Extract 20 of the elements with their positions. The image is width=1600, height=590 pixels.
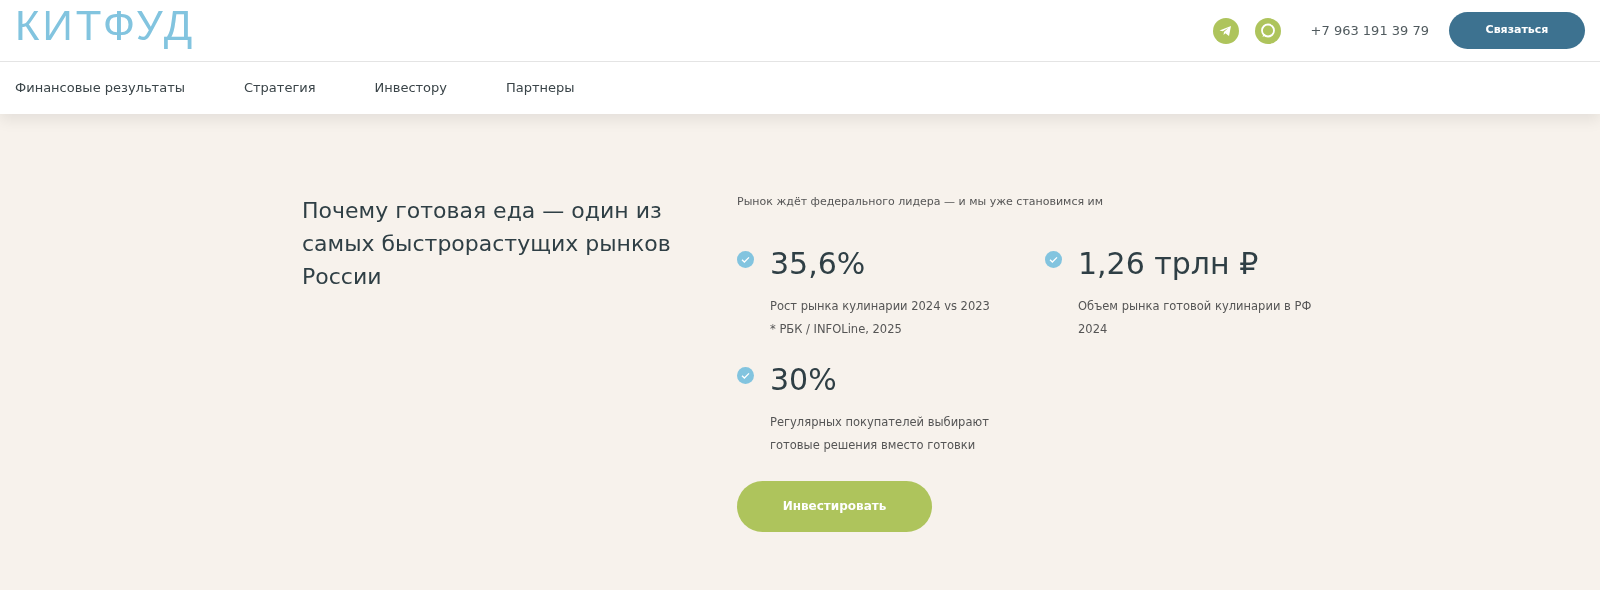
check-icon — [737, 366, 754, 384]
stat-caption: Регулярных покупателей выбирают готовые решения вместо готовки — [770, 413, 990, 454]
stat-caption: Рост рынка кулинарии 2024 vs 2023 — [770, 297, 990, 315]
stat-caption: * РБК / INFOLine, 2025 — [770, 320, 903, 338]
stat-value: 1,26 трлн ₽ — [1078, 244, 1260, 283]
phone-number[interactable]: +7 963 191 39 79 — [1310, 20, 1429, 41]
contact-button[interactable]: Связаться — [1449, 12, 1585, 49]
stat-value: 35,6% — [770, 244, 867, 283]
stat-value: 30% — [770, 360, 838, 399]
nav-link[interactable]: Финансовые результаты — [15, 77, 185, 98]
whatsapp-icon[interactable] — [1254, 17, 1281, 44]
section-heading: Почему готовая еда — один из самых быстрорастущих рынков России — [302, 197, 672, 291]
section-subtitle: Рынок ждёт федерального лидера — и мы уже становимся им — [737, 194, 1104, 210]
nav-link[interactable]: Инвестору — [374, 77, 448, 98]
check-icon — [1045, 250, 1062, 268]
stat-caption: Объем рынка готовой кулинарии в РФ 2024 — [1078, 297, 1313, 338]
nav-link[interactable]: Стратегия — [243, 77, 316, 98]
check-icon — [737, 250, 754, 268]
telegram-icon[interactable] — [1212, 17, 1239, 44]
nav-link[interactable]: Партнеры — [506, 77, 575, 98]
